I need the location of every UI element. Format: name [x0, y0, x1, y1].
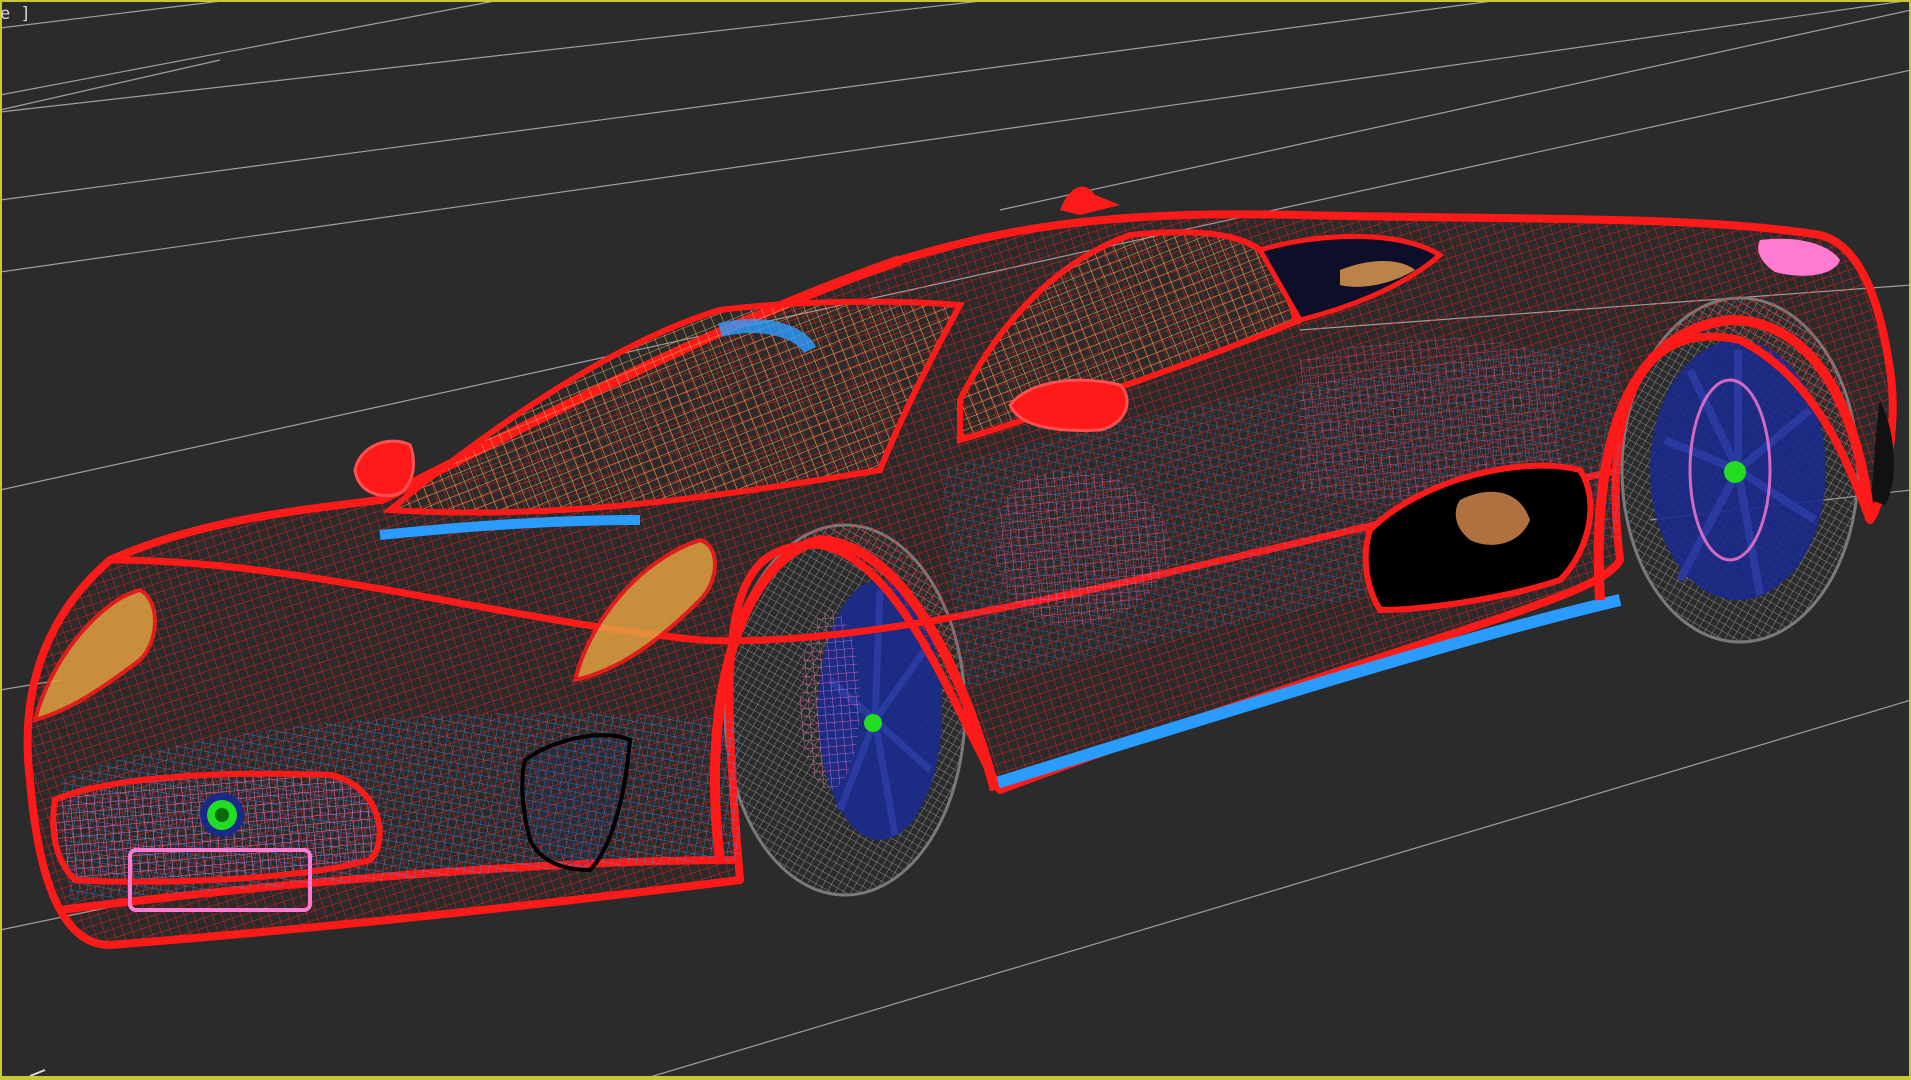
wireframe-scene[interactable] [0, 0, 1911, 1080]
axis-tripod-icon [29, 1069, 46, 1076]
viewport-label[interactable]: e ] [0, 3, 35, 25]
perspective-viewport[interactable]: e ] [0, 0, 1911, 1080]
